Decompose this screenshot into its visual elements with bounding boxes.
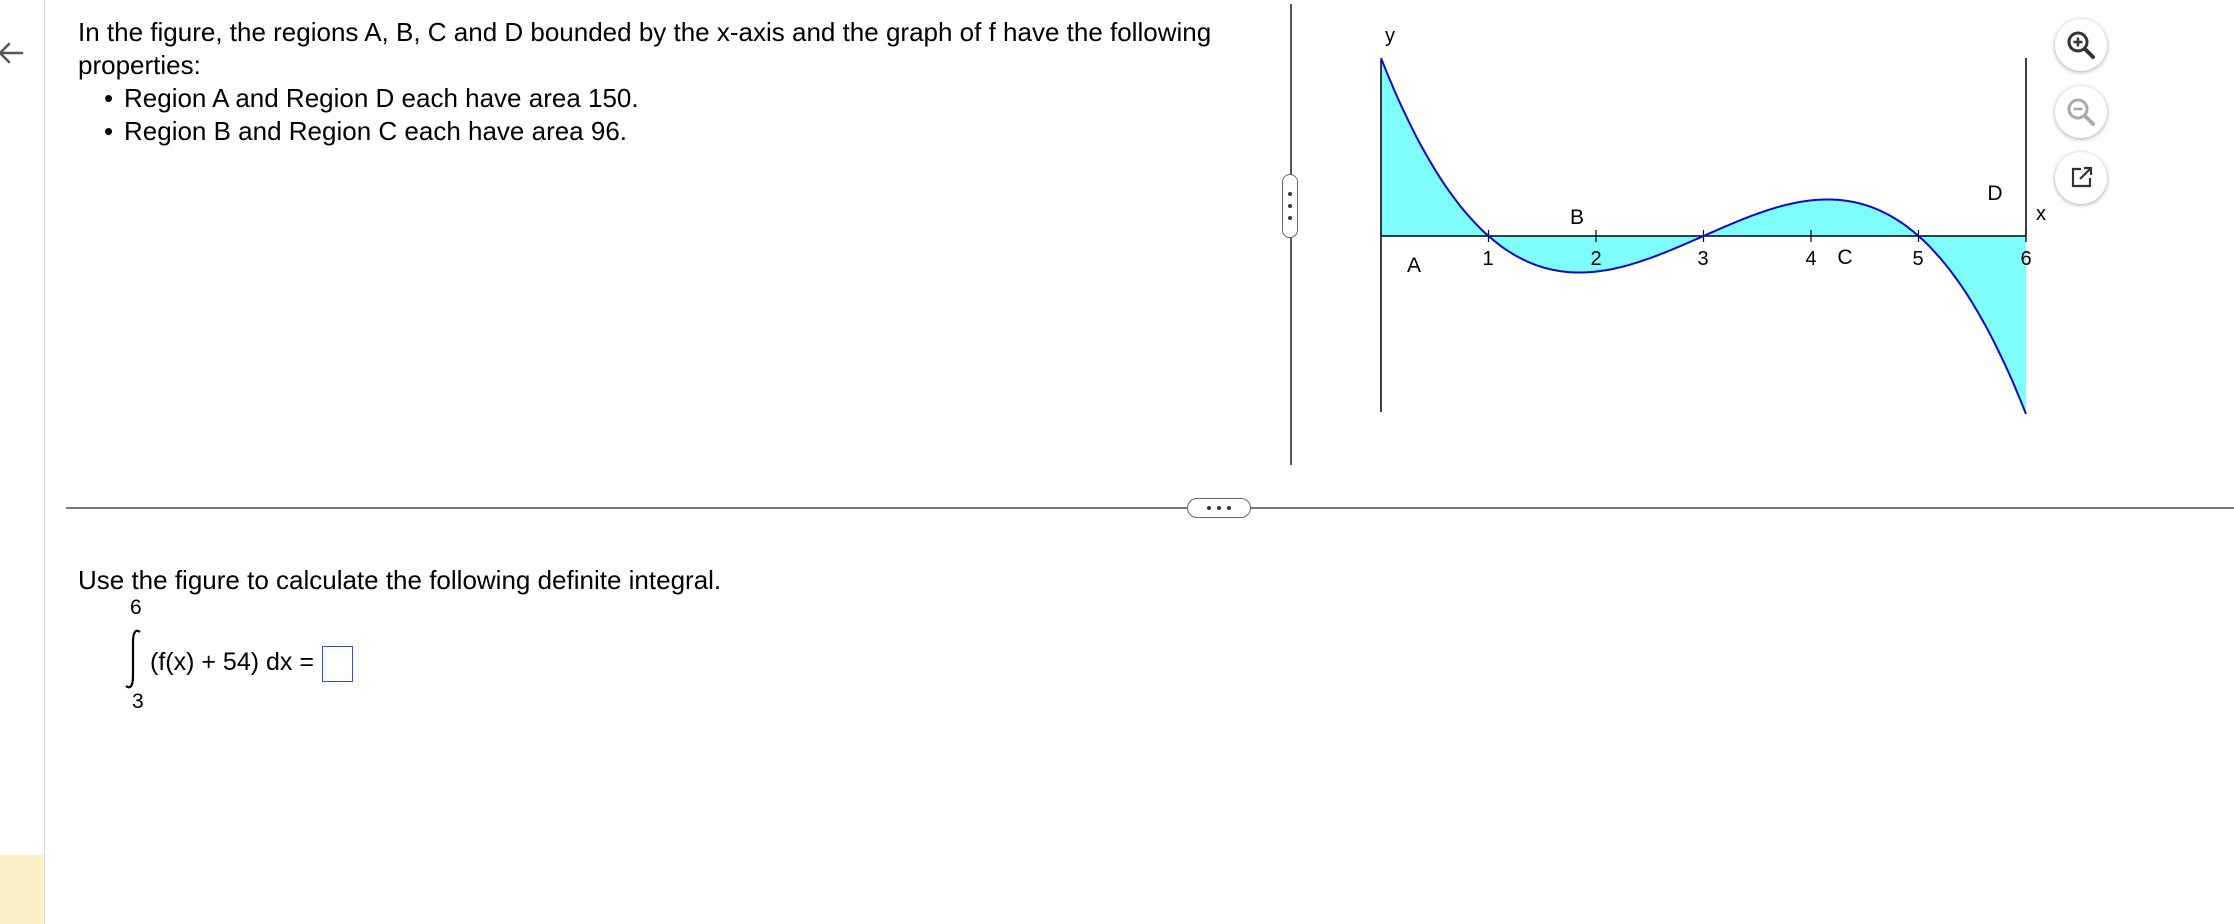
integral-lower-limit: 3 bbox=[132, 690, 144, 713]
region-label-c: C bbox=[1837, 246, 1852, 269]
tick-label: 4 bbox=[1805, 248, 1816, 270]
region-label-d: D bbox=[1987, 182, 2002, 205]
horizontal-resize-handle[interactable] bbox=[1187, 498, 1251, 518]
tick-label: 2 bbox=[1590, 248, 1601, 270]
function-graph: y x 1 2 3 4 5 6 A B C D bbox=[1380, 25, 2046, 415]
tick-label: 6 bbox=[2020, 248, 2031, 270]
instruction-text: Use the figure to calculate the followin… bbox=[78, 565, 722, 595]
tick-label: 3 bbox=[1697, 248, 1708, 270]
zoom-in-icon bbox=[2067, 31, 2095, 59]
tick-label: 1 bbox=[1482, 248, 1493, 270]
open-external-button[interactable] bbox=[2055, 152, 2107, 204]
answer-input[interactable] bbox=[322, 646, 353, 682]
zoom-out-button[interactable] bbox=[2055, 86, 2107, 138]
x-axis-label: x bbox=[2036, 203, 2046, 225]
integral-sign-icon bbox=[125, 629, 141, 689]
horizontal-divider bbox=[66, 507, 2234, 509]
zoom-out-icon bbox=[2067, 98, 2095, 126]
open-external-icon bbox=[2071, 166, 2093, 188]
region-label-a: A bbox=[1407, 254, 1421, 277]
region-label-b: B bbox=[1570, 206, 1584, 229]
zoom-in-button[interactable] bbox=[2055, 19, 2107, 71]
integrand-text: (f(x) + 54) dx = bbox=[150, 648, 314, 676]
tick-label: 5 bbox=[1912, 248, 1923, 270]
integral-upper-limit: 6 bbox=[130, 596, 142, 619]
y-axis-label: y bbox=[1385, 25, 1395, 47]
